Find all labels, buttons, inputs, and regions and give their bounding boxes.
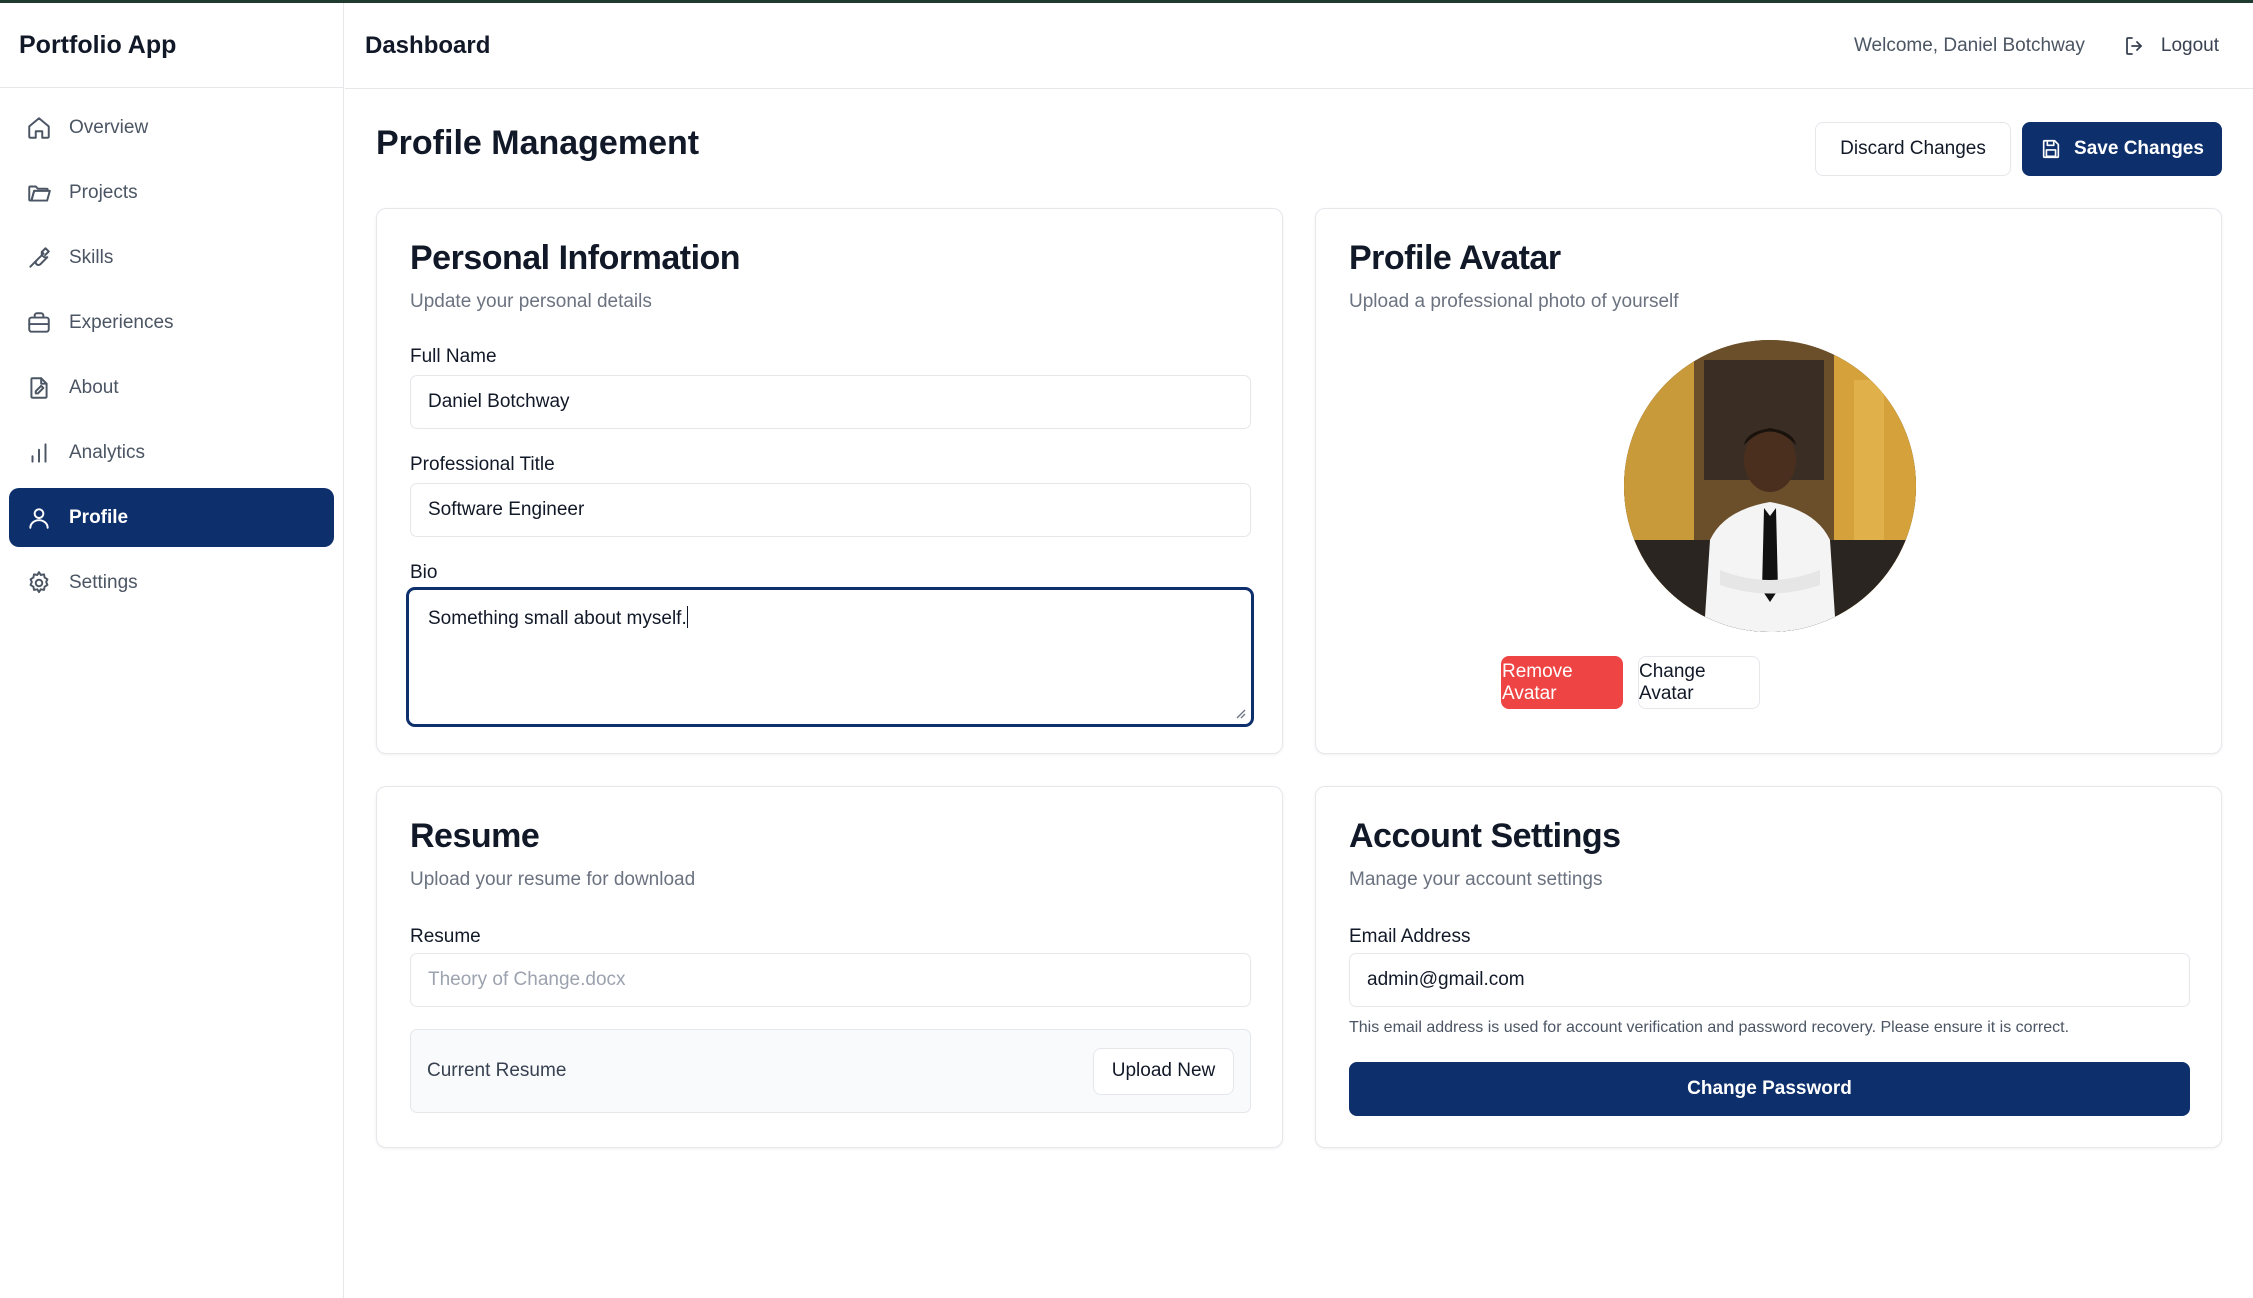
welcome-text: Welcome, Daniel Botchway <box>1853 34 2085 56</box>
profile-avatar-title: Profile Avatar <box>1349 239 1561 277</box>
avatar-image <box>1624 340 1916 632</box>
remove-avatar-label: Remove Avatar <box>1502 660 1573 704</box>
sidebar-nav: Overview Projects Skills Experiences Abo… <box>0 88 343 628</box>
email-help-text: This email address is used for account v… <box>1349 1019 2070 1036</box>
current-resume-label: Current Resume <box>427 1060 567 1081</box>
full-name-label: Full Name <box>410 346 497 367</box>
sidebar-item-analytics[interactable]: Analytics <box>9 423 334 482</box>
resume-subtitle: Upload your resume for download <box>410 869 696 890</box>
resume-file-input[interactable]: Theory of Change.docx <box>410 953 1251 1007</box>
personal-info-title: Personal Information <box>410 239 741 277</box>
document-icon <box>26 375 52 401</box>
professional-title-label: Professional Title <box>410 454 555 475</box>
sidebar-item-label: Experiences <box>69 311 174 333</box>
sidebar-item-settings[interactable]: Settings <box>9 553 334 612</box>
upload-new-button[interactable]: Upload New <box>1093 1047 1234 1095</box>
email-field[interactable]: admin@gmail.com <box>1349 953 2190 1007</box>
discard-changes-button[interactable]: Discard Changes <box>1815 122 2011 176</box>
change-avatar-label: Change Avatar <box>1639 660 1706 704</box>
wrench-icon <box>26 245 52 271</box>
bio-label: Bio <box>410 562 438 583</box>
sidebar-item-label: Profile <box>69 506 129 528</box>
logout-button[interactable]: Logout <box>2123 34 2219 58</box>
app-brand: Portfolio App <box>0 3 343 88</box>
resume-card: Resume Upload your resume for download R… <box>376 786 1283 1148</box>
upload-new-label: Upload New <box>1111 1060 1216 1081</box>
remove-avatar-button[interactable]: Remove Avatar <box>1501 656 1623 709</box>
resume-title: Resume <box>410 817 540 855</box>
page-title: Profile Management <box>376 124 700 162</box>
resize-grip-icon[interactable] <box>1234 707 1246 719</box>
gear-icon <box>26 570 52 596</box>
sidebar-item-skills[interactable]: Skills <box>9 228 334 287</box>
bar-chart-icon <box>26 440 52 466</box>
header-right: Welcome, Daniel Botchway Logout <box>1854 34 2219 58</box>
email-label: Email Address <box>1349 926 1471 947</box>
briefcase-icon <box>26 310 52 336</box>
logout-icon <box>2125 36 2142 55</box>
change-avatar-button[interactable]: Change Avatar <box>1638 656 1760 709</box>
header-title: Dashboard <box>365 31 491 59</box>
sidebar: Portfolio App Overview Projects Skills E… <box>0 3 344 1298</box>
current-resume-panel: Current Resume Upload New <box>410 1029 1251 1113</box>
folder-icon <box>26 180 52 206</box>
sidebar-item-about[interactable]: About <box>9 358 334 417</box>
profile-avatar-card: Profile Avatar Upload a professional pho… <box>1315 208 2222 754</box>
sidebar-item-label: Skills <box>69 246 114 268</box>
save-changes-button[interactable]: Save Changes <box>2022 122 2222 176</box>
sidebar-item-profile[interactable]: Profile <box>9 488 334 547</box>
change-password-button[interactable]: Change Password <box>1349 1062 2190 1116</box>
bio-text: Something small about myself. <box>428 608 687 629</box>
full-name-input[interactable]: Daniel Botchway <box>410 375 1251 429</box>
sidebar-item-experiences[interactable]: Experiences <box>9 293 334 352</box>
sidebar-item-label: About <box>69 376 119 398</box>
resume-field-label: Resume <box>410 926 481 947</box>
top-header: Dashboard Welcome, Daniel Botchway Logou… <box>345 3 2253 89</box>
personal-info-card: Personal Information Update your persona… <box>376 208 1283 754</box>
save-changes-label: Save Changes <box>2074 138 2204 159</box>
discard-changes-label: Discard Changes <box>1840 138 1986 159</box>
professional-title-input[interactable]: Software Engineer <box>410 483 1251 537</box>
change-password-label: Change Password <box>1687 1078 1852 1099</box>
profile-avatar-subtitle: Upload a professional photo of yourself <box>1349 291 1679 312</box>
sidebar-item-label: Settings <box>69 571 138 593</box>
personal-info-subtitle: Update your personal details <box>410 291 652 312</box>
text-caret <box>686 606 688 628</box>
save-icon <box>2042 139 2060 159</box>
bio-textarea[interactable]: Something small about myself. <box>406 587 1254 727</box>
sidebar-item-label: Analytics <box>69 441 146 463</box>
home-icon <box>26 115 52 141</box>
logout-label: Logout <box>2160 34 2219 56</box>
account-settings-title: Account Settings <box>1349 817 1621 855</box>
sidebar-item-label: Overview <box>69 116 149 138</box>
sidebar-item-label: Projects <box>69 181 138 203</box>
sidebar-item-projects[interactable]: Projects <box>9 163 334 222</box>
account-settings-subtitle: Manage your account settings <box>1349 869 1603 890</box>
user-icon <box>26 505 52 531</box>
sidebar-item-overview[interactable]: Overview <box>9 98 334 157</box>
account-settings-card: Account Settings Manage your account set… <box>1315 786 2222 1148</box>
